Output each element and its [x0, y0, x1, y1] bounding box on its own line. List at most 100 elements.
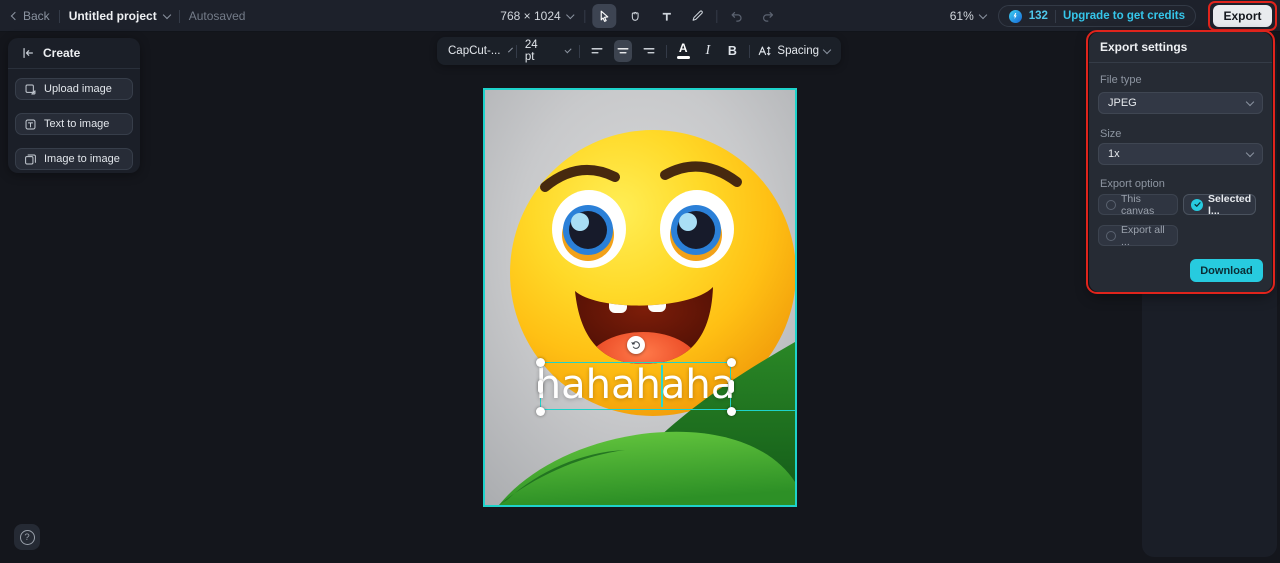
export-settings-panel: Export settings File type JPEG Size 1x E…: [1089, 32, 1272, 292]
radio-unselected-icon: [1106, 230, 1116, 241]
create-sidebar: Create Upload image Text to image Image …: [8, 38, 140, 173]
upload-image-button[interactable]: Upload image: [15, 78, 133, 100]
zoom-level-menu[interactable]: 61%: [950, 9, 987, 23]
hand-tool-button[interactable]: [624, 4, 648, 28]
divider: [584, 9, 586, 23]
sidebar-title: Create: [43, 46, 81, 60]
selection-handle-top-right[interactable]: [726, 357, 736, 367]
collapse-panel-icon[interactable]: [21, 46, 35, 60]
letter-spacing-icon: [759, 46, 771, 56]
align-left-icon: [591, 48, 603, 54]
selection-handle-right[interactable]: [728, 379, 734, 393]
divider: [1089, 62, 1272, 63]
text-color-letter: A: [678, 41, 688, 55]
redo-button[interactable]: [756, 4, 780, 28]
bold-letter: B: [727, 44, 737, 58]
select-tool-button[interactable]: [592, 4, 617, 28]
credits-pill[interactable]: 132 Upgrade to get credits: [997, 5, 1196, 27]
bold-button[interactable]: B: [724, 40, 741, 62]
selection-handle-bottom-right[interactable]: [726, 406, 736, 416]
back-button[interactable]: Back: [10, 9, 50, 23]
canvas-size-menu[interactable]: 768 × 1024: [500, 9, 575, 23]
export-option-label: Export option: [1100, 178, 1165, 190]
size-label: Size: [1100, 128, 1122, 140]
text-to-image-label: Text to image: [44, 118, 110, 130]
top-bar: Back Untitled project Autosaved 768 × 10…: [0, 0, 1280, 32]
italic-button[interactable]: I: [700, 40, 717, 62]
divider: [8, 68, 140, 69]
canvas[interactable]: [483, 88, 797, 507]
current-color-swatch: [676, 56, 690, 59]
font-family-select[interactable]: CapCut-...: [448, 45, 514, 57]
divider: [666, 44, 667, 58]
text-to-image-button[interactable]: Text to image: [15, 113, 133, 135]
image-to-image-button[interactable]: Image to image: [15, 148, 133, 170]
option-selected-layer[interactable]: Selected l...: [1183, 192, 1256, 217]
divider: [578, 44, 580, 58]
back-label: Back: [23, 9, 50, 23]
size-value: 1x: [1108, 148, 1120, 160]
align-left-button[interactable]: [588, 40, 606, 62]
option-this-canvas[interactable]: This canvas: [1098, 192, 1178, 217]
export-settings-title: Export settings: [1100, 40, 1188, 54]
align-center-button[interactable]: [613, 40, 632, 62]
emoji-artwork: [485, 90, 796, 505]
cursor-icon: [601, 10, 609, 22]
rotate-icon: [631, 341, 640, 349]
divider: [178, 9, 180, 23]
text-color-button[interactable]: A: [675, 40, 692, 62]
download-button[interactable]: Download: [1190, 259, 1263, 282]
upgrade-link[interactable]: Upgrade to get credits: [1063, 10, 1185, 22]
file-type-value: JPEG: [1108, 97, 1137, 109]
project-name-menu[interactable]: Untitled project: [68, 9, 171, 23]
annotation-export-button: Export: [1208, 1, 1277, 31]
align-center-icon: [617, 48, 629, 54]
text-tool-icon: [662, 12, 671, 21]
selection-handle-left[interactable]: [537, 379, 543, 393]
text-to-image-icon: [25, 119, 36, 129]
help-icon: ?: [19, 529, 35, 545]
size-select[interactable]: 1x: [1098, 143, 1263, 165]
selection-handle-top-left[interactable]: [535, 357, 545, 367]
spacing-label: Spacing: [777, 45, 819, 57]
file-type-select[interactable]: JPEG: [1098, 92, 1263, 114]
option-selected-layer-label: Selected l...: [1208, 192, 1252, 217]
selection-handle-bottom-left[interactable]: [535, 406, 545, 416]
text-cursor: [661, 365, 663, 407]
chevron-down-icon: [508, 47, 514, 52]
chevron-down-icon: [1245, 148, 1255, 157]
project-title: Untitled project: [68, 9, 157, 23]
upload-image-label: Upload image: [44, 83, 112, 95]
upload-image-icon: [25, 84, 36, 94]
divider: [748, 44, 750, 58]
pen-tool-button[interactable]: [686, 4, 710, 28]
export-button[interactable]: Export: [1213, 5, 1272, 27]
file-type-label: File type: [1100, 74, 1142, 86]
app-root: Back Untitled project Autosaved 768 × 10…: [0, 0, 1280, 563]
italic-letter: I: [705, 43, 711, 58]
font-family-value: CapCut-...: [448, 45, 501, 57]
rotation-handle[interactable]: [627, 336, 645, 354]
font-size-value: 24 pt: [524, 39, 538, 63]
font-size-select[interactable]: 24 pt: [524, 39, 573, 63]
selection-guide-line: [731, 409, 795, 411]
hand-icon: [632, 11, 640, 21]
option-this-canvas-label: This canvas: [1121, 192, 1155, 217]
undo-button[interactable]: [725, 4, 749, 28]
canvas-size-value: 768 × 1024: [500, 9, 561, 23]
text-tool-button[interactable]: [655, 4, 679, 28]
divider: [58, 9, 60, 23]
option-export-all[interactable]: Export all ...: [1098, 224, 1178, 248]
canvas-text[interactable]: hahahaha: [536, 360, 735, 410]
autosaved-status: Autosaved: [188, 9, 246, 23]
chevron-down-icon: [566, 10, 575, 19]
chevron-down-icon: [1245, 97, 1255, 106]
help-button[interactable]: ?: [14, 524, 40, 550]
align-right-button[interactable]: [640, 40, 658, 62]
credit-coin-icon: [1008, 9, 1022, 23]
chevron-down-icon: [822, 45, 832, 54]
image-to-image-icon: [25, 154, 36, 164]
radio-unselected-icon: [1106, 199, 1116, 210]
spacing-menu[interactable]: Spacing: [757, 44, 832, 58]
text-format-toolbar: CapCut-... 24 pt A I B Spacing: [437, 37, 841, 65]
